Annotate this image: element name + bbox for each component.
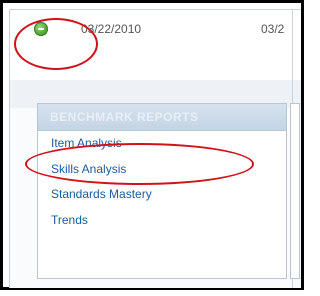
item-analysis-link[interactable]: Item Analysis [38, 131, 286, 157]
report-row [10, 10, 301, 80]
report-date-secondary: 03/2 [261, 22, 285, 36]
report-link-list: Item Analysis Skills Analysis Standards … [38, 131, 286, 233]
skills-analysis-link[interactable]: Skills Analysis [38, 157, 286, 183]
trends-link[interactable]: Trends [38, 208, 286, 234]
benchmark-reports-panel: BENCHMARK REPORTS Item Analysis Skills A… [37, 103, 287, 279]
panel-header: BENCHMARK REPORTS [38, 104, 286, 131]
report-date: 03/22/2010 [81, 22, 142, 36]
adjacent-panel-edge [290, 103, 300, 279]
standards-mastery-link[interactable]: Standards Mastery [38, 182, 286, 208]
collapse-icon[interactable] [34, 22, 48, 36]
